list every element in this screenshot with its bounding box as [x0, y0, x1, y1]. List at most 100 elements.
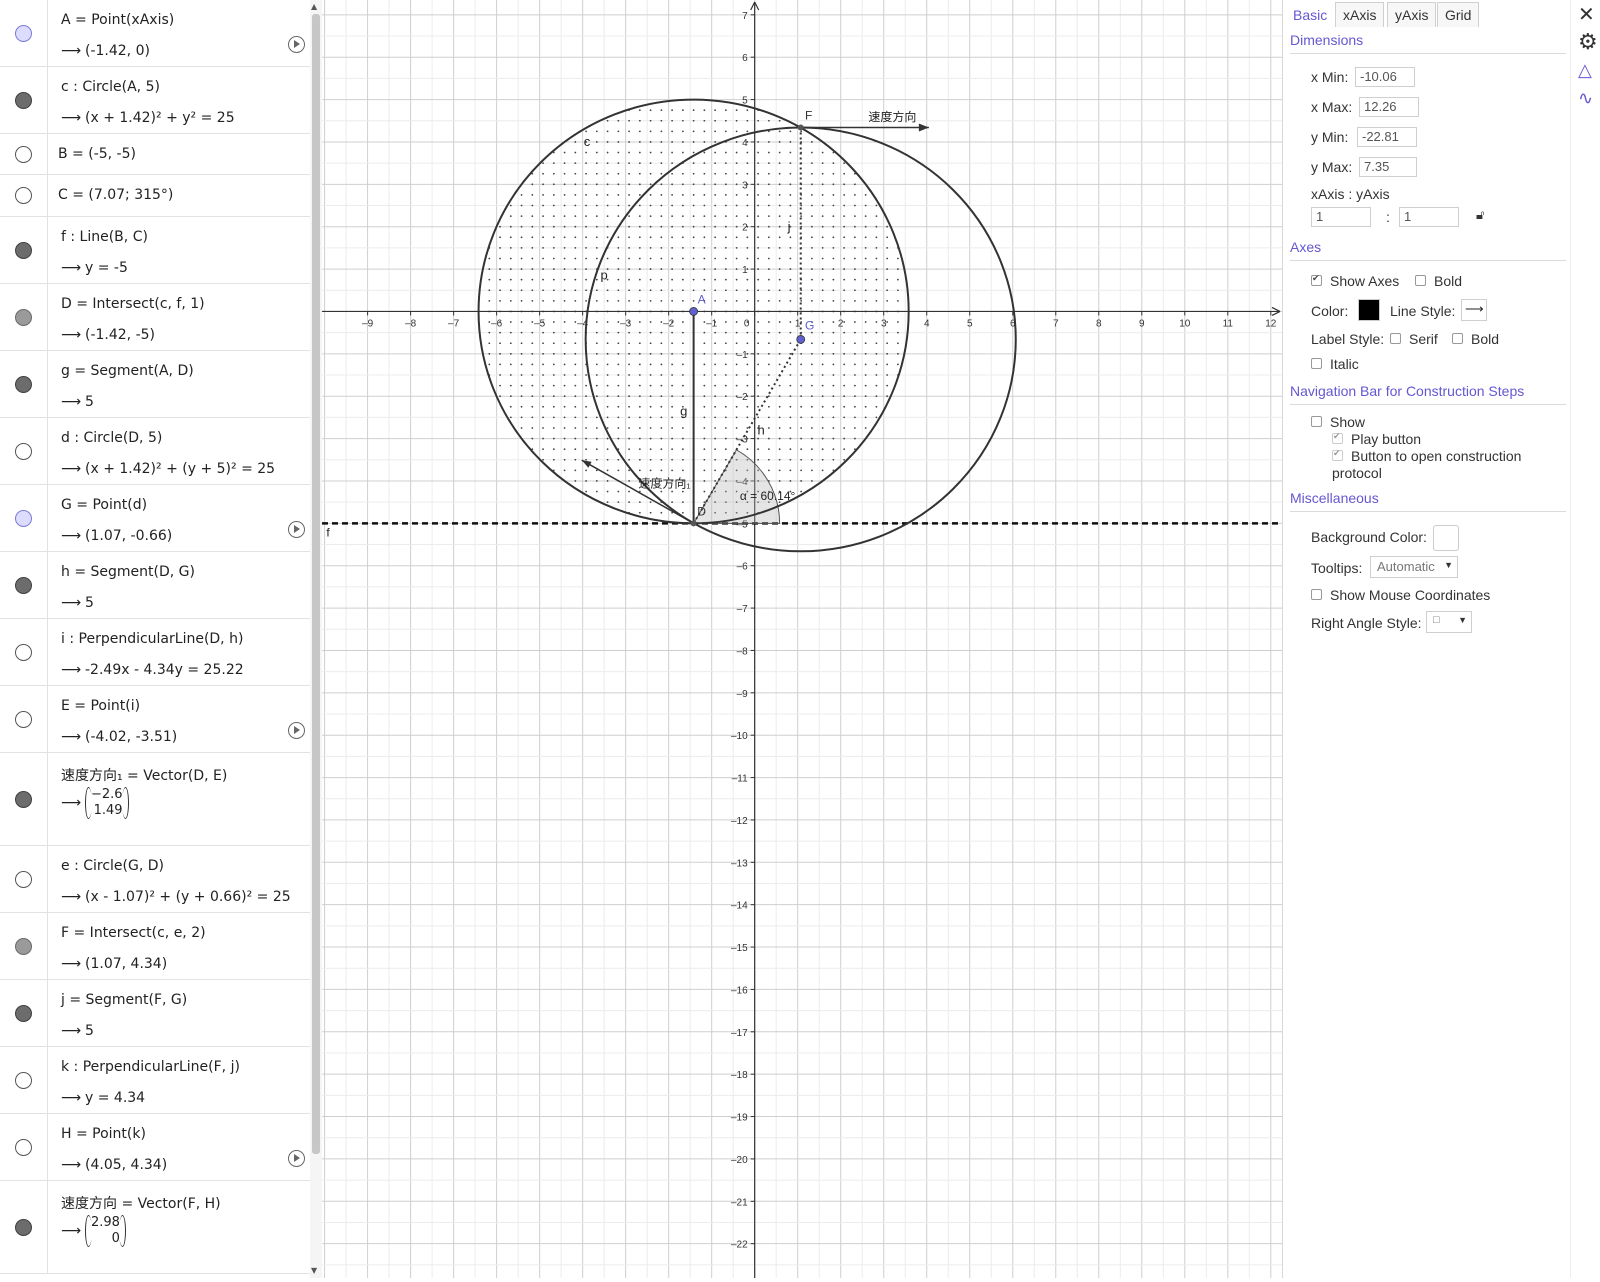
algebra-row[interactable]: 速度方向 = Vector(F, H) ⟶ 2.98 0: [0, 1181, 310, 1274]
visibility-toggle[interactable]: [15, 1218, 32, 1236]
algebra-definition[interactable]: e : Circle(G, D): [61, 858, 164, 874]
algebra-row[interactable]: d : Circle(D, 5) ⟶ (x + 1.42)² + (y + 5)² …: [0, 418, 310, 485]
algebra-definition[interactable]: G = Point(d): [61, 497, 147, 513]
visibility-toggle[interactable]: [15, 1004, 32, 1022]
algebra-definition[interactable]: i : PerpendicularLine(D, h): [61, 631, 243, 647]
play-animation-icon[interactable]: [288, 520, 305, 538]
algebra-definition[interactable]: A = Point(xAxis): [61, 12, 174, 28]
algebra-definition[interactable]: c : Circle(A, 5): [61, 79, 160, 95]
visibility-toggle[interactable]: [15, 241, 32, 259]
line-style-dropdown[interactable]: ⟶: [1461, 299, 1487, 321]
visibility-toggle[interactable]: [15, 187, 32, 204]
close-icon[interactable]: ✕: [1578, 2, 1595, 26]
visibility-toggle[interactable]: [15, 870, 32, 888]
visibility-toggle[interactable]: [15, 24, 32, 42]
gear-icon[interactable]: ⚙: [1578, 30, 1598, 55]
unlock-icon[interactable]: 🔓︎: [1476, 207, 1484, 223]
algebra-row[interactable]: B = (-5, -5): [0, 134, 310, 175]
right-angle-style-dropdown[interactable]: □ ▼: [1426, 611, 1472, 633]
algebra-row[interactable]: g = Segment(A, D) ⟶ 5: [0, 351, 310, 418]
algebra-definition[interactable]: H = Point(k): [61, 1126, 146, 1142]
visibility-toggle[interactable]: [15, 937, 32, 955]
visibility-toggle[interactable]: [15, 91, 32, 109]
algebra-row[interactable]: j = Segment(F, G) ⟶ 5: [0, 980, 310, 1047]
serif-checkbox[interactable]: [1390, 333, 1401, 344]
algebra-definition[interactable]: g = Segment(A, D): [61, 363, 194, 379]
visibility-toggle[interactable]: [15, 375, 32, 393]
play-button-checkbox[interactable]: [1332, 431, 1343, 444]
tab-xaxis[interactable]: xAxis: [1335, 2, 1385, 27]
algebra-row[interactable]: H = Point(k) ⟶ (4.05, 4.34): [0, 1114, 310, 1181]
algebra-definition[interactable]: j = Segment(F, G): [61, 992, 187, 1008]
play-animation-icon[interactable]: [288, 35, 305, 53]
graphics-canvas[interactable]: –9 –8 –7 –6 –5 –4 –3 –2 –1 0 1 2 3 4 5 6 7 8 9 10 11 12765432…: [322, 0, 1282, 1278]
visibility-toggle[interactable]: [15, 790, 32, 808]
bold-checkbox[interactable]: [1415, 275, 1426, 286]
vector-velocity-1[interactable]: [581, 459, 694, 524]
algebra-row[interactable]: c : Circle(A, 5) ⟶ (x + 1.42)² + y² = 25: [0, 67, 310, 134]
play-animation-icon[interactable]: [288, 1149, 305, 1167]
tab-yaxis[interactable]: yAxis: [1387, 2, 1437, 27]
algebra-definition[interactable]: D = Intersect(c, f, 1): [61, 296, 205, 312]
tab-basic[interactable]: Basic: [1285, 2, 1336, 27]
show-mouse-coordinates-checkbox[interactable]: [1311, 589, 1322, 600]
algebra-row[interactable]: f : Line(B, C) ⟶ y = -5: [0, 217, 310, 284]
point-G[interactable]: [796, 335, 806, 344]
visibility-toggle[interactable]: [15, 509, 32, 527]
algebra-definition[interactable]: 速度方向₁ = Vector(D, E): [61, 765, 227, 785]
point-F[interactable]: [797, 124, 804, 131]
visibility-toggle[interactable]: [15, 308, 32, 326]
algebra-definition[interactable]: 速度方向 = Vector(F, H): [61, 1193, 221, 1213]
play-animation-icon[interactable]: [288, 721, 305, 739]
open-protocol-checkbox[interactable]: [1332, 448, 1343, 461]
visibility-toggle[interactable]: [15, 145, 32, 163]
xmin-input[interactable]: -10.06: [1355, 67, 1415, 87]
italic-checkbox[interactable]: [1311, 358, 1322, 369]
algebra-row[interactable]: A = Point(xAxis) ⟶ (-1.42, 0): [0, 0, 310, 67]
visibility-toggle[interactable]: [15, 1071, 32, 1089]
algebra-row[interactable]: e : Circle(G, D) ⟶ (x - 1.07)² + (y + 0.66…: [0, 846, 310, 913]
algebra-row[interactable]: E = Point(i) ⟶ (-4.02, -3.51): [0, 686, 310, 753]
visibility-toggle[interactable]: [15, 442, 32, 460]
xmax-input[interactable]: 12.26: [1359, 97, 1419, 117]
tooltips-dropdown[interactable]: Automatic ▼: [1370, 556, 1458, 578]
visibility-toggle[interactable]: [15, 643, 32, 661]
algebra-row[interactable]: G = Point(d) ⟶ (1.07, -0.66): [0, 485, 310, 552]
point-D[interactable]: [690, 520, 697, 527]
show-nav-checkbox[interactable]: [1311, 416, 1322, 427]
algebra-definition[interactable]: k : PerpendicularLine(F, j): [61, 1059, 240, 1075]
axes-color-swatch[interactable]: [1358, 299, 1380, 321]
algebra-definition[interactable]: C = (7.07; 315°): [58, 187, 173, 203]
algebra-row[interactable]: C = (7.07; 315°): [0, 175, 310, 217]
algebra-row[interactable]: F = Intersect(c, e, 2) ⟶ (1.07, 4.34): [0, 913, 310, 980]
algebra-row[interactable]: D = Intersect(c, f, 1) ⟶ (-1.42, -5): [0, 284, 310, 351]
label-bold-checkbox[interactable]: [1452, 333, 1463, 344]
algebra-row[interactable]: 速度方向₁ = Vector(D, E) ⟶ −2.6 1.49: [0, 753, 310, 846]
scroll-down-icon[interactable]: ▼: [311, 1266, 317, 1275]
background-color-swatch[interactable]: [1433, 525, 1459, 551]
visibility-toggle[interactable]: [15, 576, 32, 594]
algebra-definition[interactable]: B = (-5, -5): [58, 146, 136, 162]
algebra-definition[interactable]: F = Intersect(c, e, 2): [61, 925, 206, 941]
graphics-view-icon[interactable]: △: [1578, 60, 1592, 81]
angle-alpha[interactable]: [692, 449, 781, 524]
scroll-up-icon[interactable]: ▲: [311, 2, 317, 11]
show-axes-checkbox[interactable]: [1311, 273, 1322, 286]
visibility-toggle[interactable]: [15, 710, 32, 728]
ymax-input[interactable]: 7.35: [1359, 157, 1417, 177]
point-A[interactable]: [689, 307, 699, 316]
algebra-definition[interactable]: E = Point(i): [61, 698, 140, 714]
algebra-definition[interactable]: d : Circle(D, 5): [61, 430, 162, 446]
curve-icon[interactable]: ∿: [1578, 88, 1593, 109]
algebra-row[interactable]: h = Segment(D, G) ⟶ 5: [0, 552, 310, 619]
ratio-x-input[interactable]: 1: [1311, 207, 1371, 227]
tab-grid[interactable]: Grid: [1437, 2, 1480, 27]
algebra-scrollbar-thumb[interactable]: [312, 14, 320, 1154]
graphics-view[interactable]: –9 –8 –7 –6 –5 –4 –3 –2 –1 0 1 2 3 4 5 6 7 8 9 10 11 12 7 6 5 4 3 2…: [322, 0, 1282, 1278]
algebra-definition[interactable]: f : Line(B, C): [61, 229, 148, 245]
ratio-y-input[interactable]: 1: [1399, 207, 1459, 227]
algebra-definition[interactable]: h = Segment(D, G): [61, 564, 195, 580]
ymin-input[interactable]: -22.81: [1357, 127, 1417, 147]
algebra-row[interactable]: k : PerpendicularLine(F, j) ⟶ y = 4.34: [0, 1047, 310, 1114]
algebra-row[interactable]: i : PerpendicularLine(D, h) ⟶ -2.49x - 4.3…: [0, 619, 310, 686]
